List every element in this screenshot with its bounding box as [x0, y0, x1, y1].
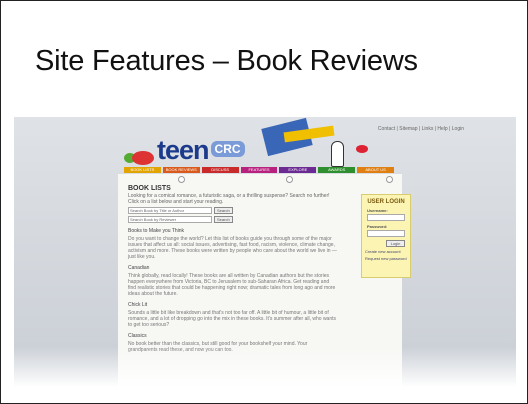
username-field[interactable]: [367, 214, 405, 221]
list-heading[interactable]: Books to Make you Think: [128, 228, 342, 234]
page-ornament: [178, 176, 185, 183]
search-title-input[interactable]: Search Book by Title or Author: [128, 207, 212, 214]
username-label: Username:: [367, 208, 388, 213]
site-logo[interactable]: teen CRC: [157, 135, 245, 166]
list-heading[interactable]: Classics: [128, 333, 342, 339]
list-heading[interactable]: Chick Lit: [128, 302, 342, 308]
search-row-reviewer: Search Book by Reviewer Search: [128, 216, 342, 223]
nav-tab[interactable]: DISCUSS: [201, 167, 239, 173]
login-button[interactable]: Login: [386, 240, 405, 247]
utility-links[interactable]: Contact | Sitemap | Links | Help | Login: [378, 126, 464, 132]
search-reviewer-button[interactable]: Search: [214, 216, 233, 223]
presentation-slide: Site Features – Book Reviews Contact | S…: [0, 0, 528, 404]
apple-decoration-red: [132, 151, 154, 165]
password-field[interactable]: [367, 230, 405, 237]
logo-suffix: CRC: [210, 141, 245, 157]
page-ornament: [386, 176, 393, 183]
nav-tab[interactable]: ABOUT US: [357, 167, 395, 173]
nav-tab[interactable]: BOOK LISTS: [124, 167, 161, 173]
request-password-link[interactable]: Request new password: [365, 256, 410, 261]
login-box: USER LOGIN Username: Password: Login Cre…: [361, 194, 411, 278]
search-title-button[interactable]: Search: [214, 207, 233, 214]
list-description: Do you want to change the world? Let thi…: [128, 236, 337, 260]
logo-text: teen: [157, 135, 210, 165]
slide-title: Site Features – Book Reviews: [35, 45, 418, 77]
lips-decoration: [356, 145, 368, 153]
intro-text: Looking for a comical romance, a futuris…: [128, 193, 330, 205]
search-reviewer-input[interactable]: Search Book by Reviewer: [128, 216, 212, 223]
website-screenshot: Contact | Sitemap | Links | Help | Login…: [14, 117, 516, 387]
list-description: Think globally, read locally! These book…: [128, 273, 336, 297]
main-nav: BOOK LISTS BOOK REVIEWS DISCUSS FEATURES EXP…: [124, 167, 395, 173]
nav-tab[interactable]: BOOK REVIEWS: [162, 167, 200, 173]
book-lists-heading: BOOK LISTS: [128, 185, 171, 192]
main-content: BOOK LISTS Looking for a comical romance…: [128, 185, 342, 353]
search-row-title: Search Book by Title or Author Search: [128, 207, 342, 214]
nav-tab[interactable]: AWARDS: [318, 167, 356, 173]
login-title: USER LOGIN: [367, 199, 405, 205]
list-heading[interactable]: Canadian: [128, 265, 342, 271]
page-ornament: [286, 176, 293, 183]
nav-tab[interactable]: FEATURES: [240, 167, 278, 173]
screenshot-fade: [14, 347, 516, 387]
nav-tab[interactable]: EXPLORE: [279, 167, 317, 173]
figure-decoration: [331, 141, 344, 167]
password-label: Password:: [367, 224, 388, 229]
create-account-link[interactable]: Create new account: [365, 249, 410, 254]
list-description: Sounds a little bit like breakdown and t…: [128, 310, 337, 328]
